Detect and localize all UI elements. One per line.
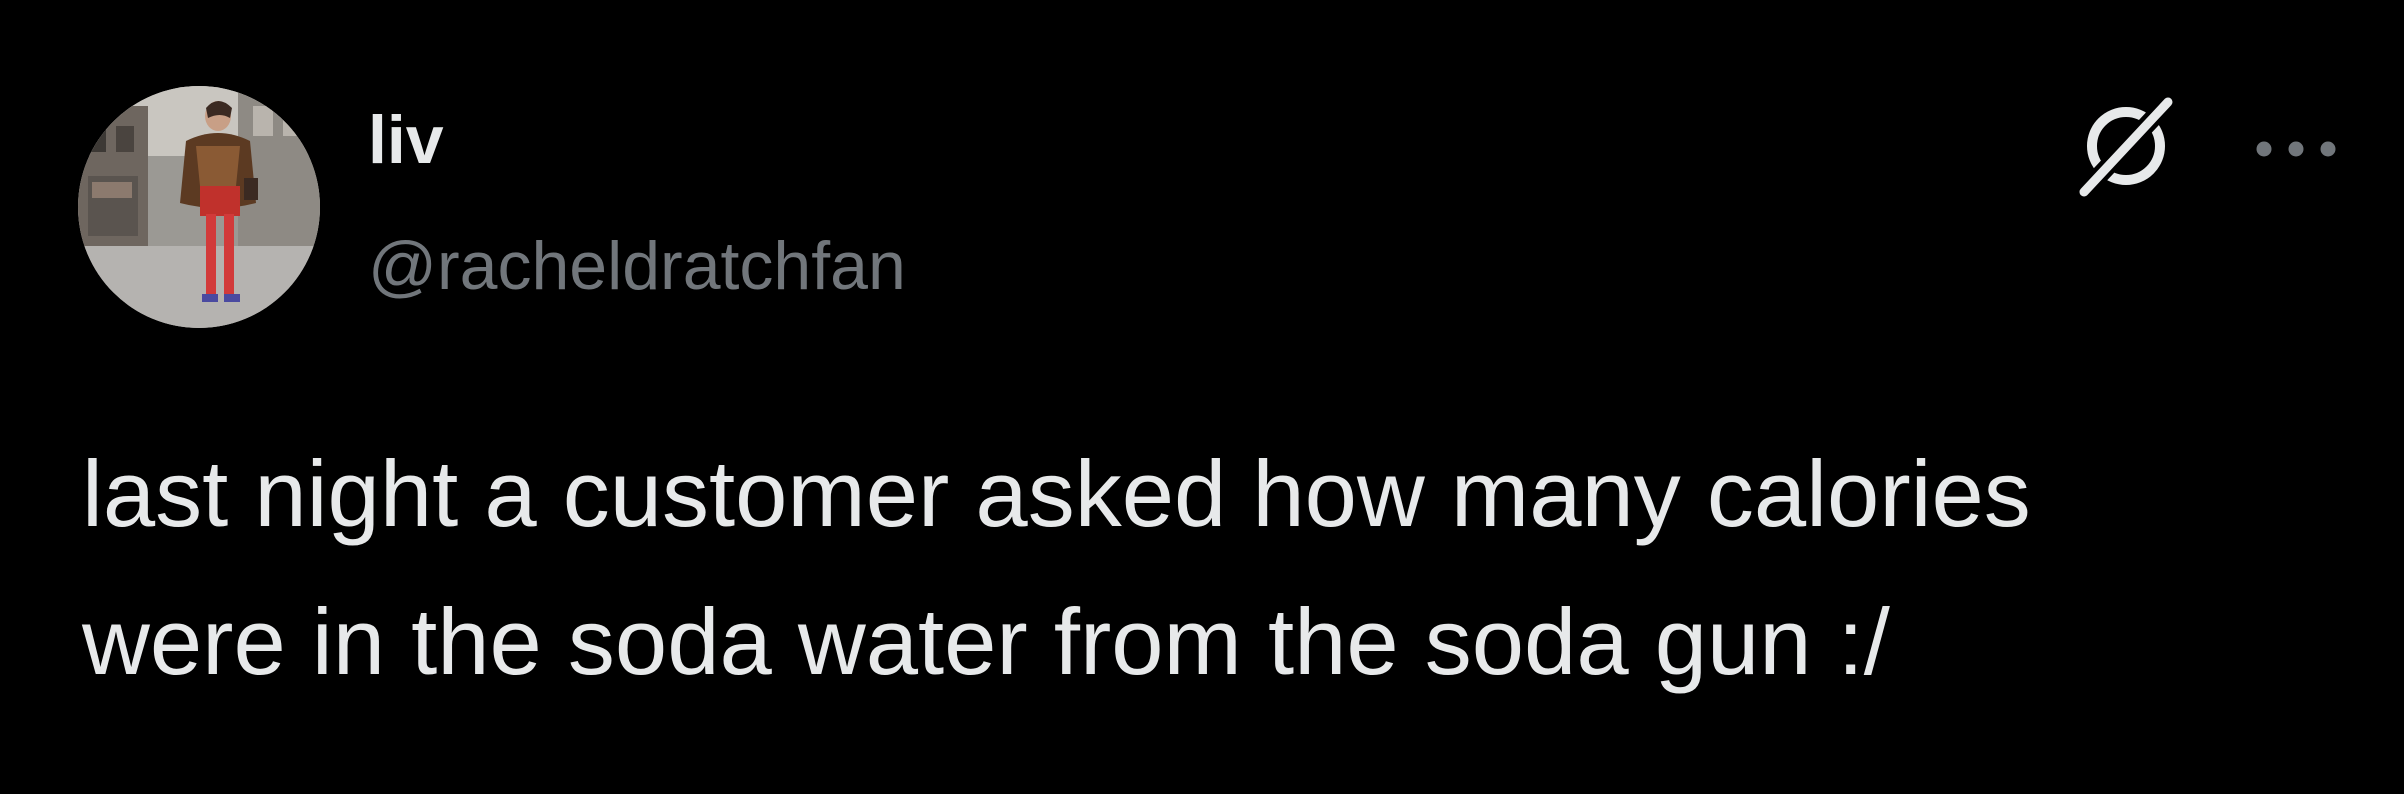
tweet-card: liv @racheldratchfan last night a custom… <box>0 0 2404 794</box>
avatar[interactable] <box>78 86 320 328</box>
author-handle[interactable]: @racheldratchfan <box>368 226 906 306</box>
tweet-text: last night a customer asked how many cal… <box>82 420 2362 716</box>
more-options-icon[interactable] <box>2248 124 2344 174</box>
grok-icon[interactable] <box>2068 86 2188 206</box>
tweet-text-line: were in the soda water from the soda gun… <box>82 589 1890 694</box>
tweet-text-line: last night a customer asked how many cal… <box>82 441 2031 546</box>
author-display-name[interactable]: liv <box>368 100 444 180</box>
